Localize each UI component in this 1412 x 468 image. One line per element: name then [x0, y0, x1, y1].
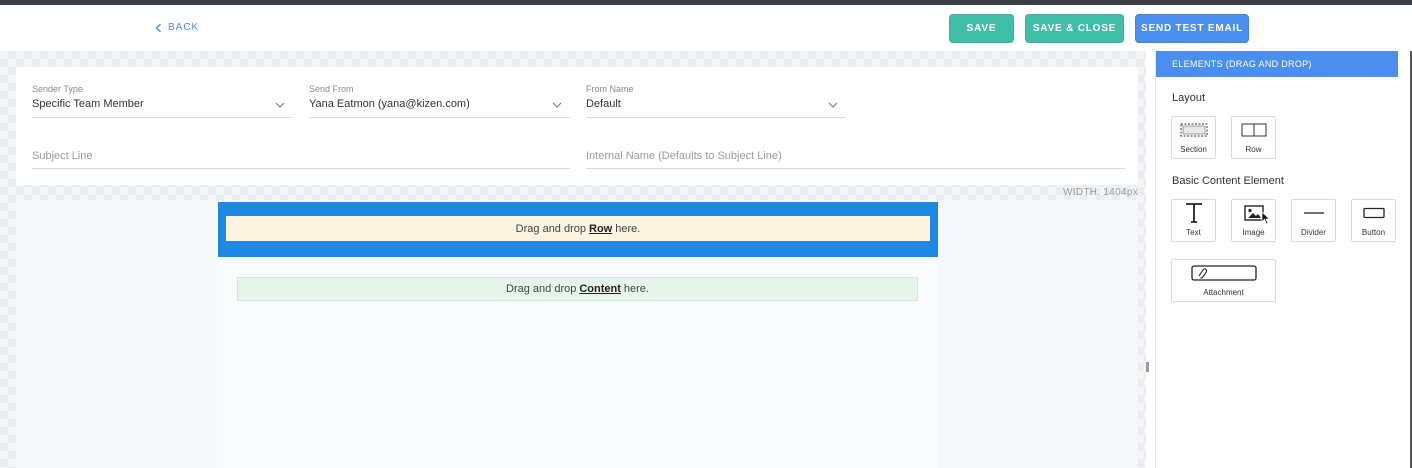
text-tile[interactable]: Text [1171, 199, 1216, 242]
image-tile[interactable]: Image [1231, 199, 1276, 242]
button-tile-label: Button [1361, 228, 1386, 237]
back-link[interactable]: BACK [155, 22, 199, 33]
field-underline [586, 117, 846, 118]
chevron-down-icon [828, 102, 838, 108]
row-tile-label: Row [1245, 145, 1262, 154]
elements-panel: ELEMENTS (DRAG AND DROP) Layout Section … [1155, 51, 1412, 468]
content-drop-keyword: Content [579, 283, 621, 295]
subject-line-input[interactable]: Subject Line [32, 150, 570, 169]
row-drop-prefix: Drag and drop [515, 222, 586, 235]
from-name-value: Default [586, 98, 621, 110]
row-drop-zone[interactable]: Drag and drop Row here. [218, 202, 938, 257]
send-from-label: Send From [309, 84, 354, 94]
internal-name-placeholder: Internal Name (Defaults to Subject Line) [586, 150, 782, 162]
back-label: BACK [168, 22, 200, 33]
sender-type-select[interactable]: Sender Type Specific Team Member [32, 84, 293, 118]
save-and-close-button[interactable]: SAVE & CLOSE [1025, 14, 1124, 43]
email-settings-form: Sender Type Specific Team Member Send Fr… [16, 67, 1138, 185]
content-drop-zone[interactable]: Drag and drop Content here. [237, 277, 918, 301]
send-from-select[interactable]: Send From Yana Eatmon (yana@kizen.com) [309, 84, 570, 118]
text-icon [1185, 203, 1202, 223]
canvas-width-label: WIDTH: 1404px [1063, 187, 1139, 198]
row-tile[interactable]: Row [1231, 116, 1276, 159]
sender-type-value: Specific Team Member [32, 98, 144, 110]
chevron-left-icon [155, 23, 161, 32]
field-underline [32, 117, 293, 118]
panel-resize-handle[interactable] [1146, 362, 1149, 372]
button-tile[interactable]: Button [1351, 199, 1396, 242]
section-icon [1180, 123, 1207, 137]
header-toolbar: BACK SAVE SAVE & CLOSE SEND TEST EMAIL [0, 5, 1412, 51]
text-tile-label: Text [1186, 228, 1201, 237]
content-drop-prefix: Drag and drop [506, 283, 577, 295]
layout-section-title: Layout [1172, 92, 1206, 104]
field-underline [586, 168, 1125, 169]
panel-header: ELEMENTS (DRAG AND DROP) [1156, 51, 1398, 77]
from-name-select[interactable]: From Name Default [586, 84, 846, 118]
image-tile-label: Image [1242, 228, 1265, 237]
send-test-email-button[interactable]: SEND TEST EMAIL [1135, 14, 1249, 43]
row-icon [1241, 123, 1266, 137]
internal-name-input[interactable]: Internal Name (Defaults to Subject Line) [586, 150, 1125, 169]
button-icon [1362, 207, 1385, 219]
from-name-label: From Name [586, 84, 634, 94]
cursor-arrow-icon [1261, 211, 1271, 225]
chevron-down-icon [275, 102, 285, 108]
row-drop-target[interactable]: Drag and drop Row here. [226, 216, 930, 241]
send-from-value: Yana Eatmon (yana@kizen.com) [309, 98, 470, 110]
attachment-tile-label: Attachment [1203, 288, 1244, 297]
subject-line-placeholder: Subject Line [32, 150, 93, 162]
row-drop-suffix: here. [615, 222, 641, 235]
attachment-icon [1190, 265, 1257, 281]
divider-tile[interactable]: Divider [1291, 199, 1336, 242]
save-button[interactable]: SAVE [949, 14, 1014, 43]
divider-icon [1303, 212, 1324, 214]
section-tile-label: Section [1180, 145, 1207, 154]
divider-tile-label: Divider [1301, 228, 1326, 237]
field-underline [309, 117, 570, 118]
field-underline [32, 168, 570, 169]
content-drop-suffix: here. [623, 283, 649, 295]
section-tile[interactable]: Section [1171, 116, 1216, 159]
row-drop-keyword: Row [589, 222, 613, 235]
sender-type-label: Sender Type [32, 84, 83, 94]
basic-content-section-title: Basic Content Element [1172, 175, 1284, 187]
attachment-tile[interactable]: Attachment [1171, 259, 1276, 302]
chevron-down-icon [552, 102, 562, 108]
